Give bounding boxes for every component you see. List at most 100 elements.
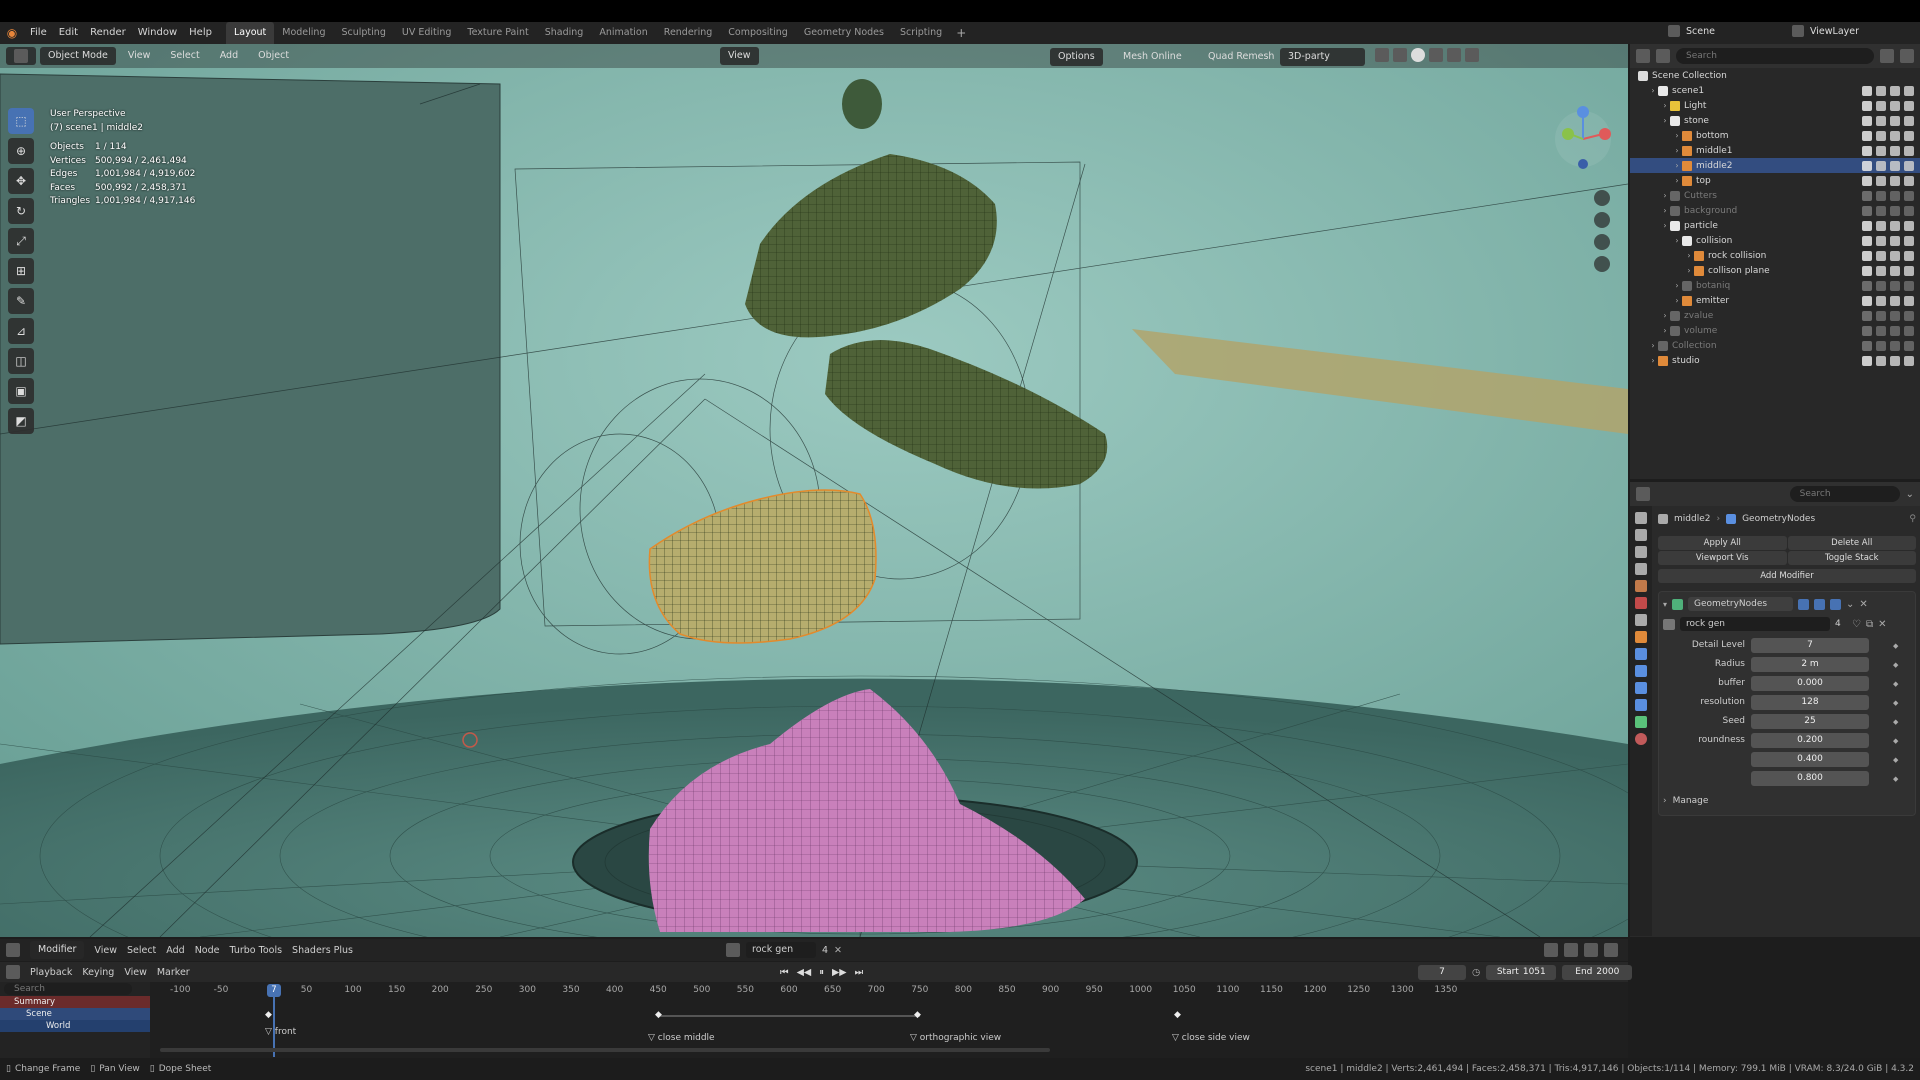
node-group-selector[interactable]: rock gen [746,942,816,958]
outliner-item[interactable]: › collision [1630,233,1920,248]
world-tab-icon[interactable] [1635,597,1647,609]
eye-icon[interactable] [1890,205,1900,216]
channel-world[interactable]: World [0,1020,150,1032]
checkbox-icon[interactable] [1862,280,1872,291]
expand-arrow-icon[interactable]: › [1660,221,1670,230]
viewport-toggle-icon[interactable] [1814,598,1826,610]
object-tab-icon[interactable] [1635,631,1647,643]
dropdown-icon[interactable]: ⌄ [1846,599,1854,610]
input-value-field[interactable]: 0.800 [1751,771,1869,786]
outliner-editor-icon[interactable] [1636,49,1650,63]
keyframe-dot-icon[interactable]: ◆ [1893,642,1898,650]
camera-icon[interactable] [1904,160,1914,171]
eye-icon[interactable] [1890,340,1900,351]
node-menu-node[interactable]: Node [195,945,220,956]
tab-animation[interactable]: Animation [591,22,655,44]
shading-rendered-icon[interactable] [1447,48,1461,62]
tab-geometry-nodes[interactable]: Geometry Nodes [796,22,892,44]
node-overlay-icon[interactable] [1564,943,1578,957]
scene-tab-icon[interactable] [1635,580,1647,592]
eye-icon[interactable] [1890,115,1900,126]
input-value-field[interactable]: 2 m [1751,657,1869,672]
select-arrow-icon[interactable] [1876,220,1886,231]
keyframe[interactable]: ◆ [1174,1010,1181,1020]
input-value-field[interactable]: 7 [1751,638,1869,653]
fake-user-icon[interactable]: ♡ [1852,619,1861,630]
checkbox-icon[interactable] [1862,340,1872,351]
gizmo-icon[interactable] [1465,48,1479,62]
node-editor-mode[interactable]: Modifier [30,941,85,959]
checkbox-icon[interactable] [1862,85,1872,96]
expand-arrow-icon[interactable]: › [1660,116,1670,125]
checkbox-icon[interactable] [1862,145,1872,156]
eye-icon[interactable] [1890,130,1900,141]
eye-icon[interactable] [1890,310,1900,321]
select-arrow-icon[interactable] [1876,85,1886,96]
expand-arrow-icon[interactable]: › [1660,191,1670,200]
camera-icon[interactable] [1904,85,1914,96]
expand-arrow-icon[interactable]: › [1684,266,1694,275]
mesh-tool-icon[interactable]: ▣ [8,378,34,404]
start-frame-field[interactable]: Start 1051 [1486,964,1557,980]
checkbox-icon[interactable] [1862,235,1872,246]
node-menu-turbo-tools[interactable]: Turbo Tools [229,945,282,956]
camera-icon[interactable] [1904,100,1914,111]
camera-icon[interactable] [1904,340,1914,351]
expand-arrow-icon[interactable]: › [1672,296,1682,305]
blender-logo-icon[interactable]: ◉ [0,26,24,40]
camera-icon[interactable] [1904,295,1914,306]
keyframe-dot-icon[interactable]: ◆ [1893,756,1898,764]
data-tab-icon[interactable] [1635,716,1647,728]
scale-tool-icon[interactable]: ⤢ [8,228,34,254]
modifier-name-field[interactable]: GeometryNodes [1688,597,1794,611]
checkbox-icon[interactable] [1862,160,1872,171]
select-arrow-icon[interactable] [1876,235,1886,246]
eye-icon[interactable] [1890,325,1900,336]
select-arrow-icon[interactable] [1876,295,1886,306]
timeline-editor-icon[interactable] [6,965,20,979]
eye-icon[interactable] [1890,190,1900,201]
expand-arrow-icon[interactable]: › [1660,101,1670,110]
camera-icon[interactable] [1904,175,1914,186]
annotate-tool-icon[interactable]: ✎ [8,288,34,314]
scene-selector[interactable]: Scene [1686,26,1756,37]
keyframe-dot-icon[interactable]: ◆ [1893,775,1898,783]
outliner-item[interactable]: › botaniq [1630,278,1920,293]
display-mode-icon[interactable] [1656,49,1670,63]
menu-file[interactable]: File [24,22,53,44]
select-tool-icon[interactable]: ⬚ [8,108,34,134]
menu-window[interactable]: Window [132,22,183,44]
node-menu-shaders-plus[interactable]: Shaders Plus [292,945,353,956]
expand-arrow-icon[interactable]: › [1663,796,1667,806]
checkbox-icon[interactable] [1862,265,1872,276]
checkbox-icon[interactable] [1862,355,1872,366]
expand-arrow-icon[interactable]: › [1672,161,1682,170]
filter-icon[interactable] [1880,49,1894,63]
new-collection-icon[interactable] [1900,49,1914,63]
marker-front[interactable]: ▽ front [265,1027,296,1037]
select-arrow-icon[interactable] [1876,265,1886,276]
output-tab-icon[interactable] [1635,546,1647,558]
expand-arrow-icon[interactable]: › [1660,206,1670,215]
delete-all-button[interactable]: Delete All [1787,536,1916,550]
checkbox-icon[interactable] [1862,295,1872,306]
input-value-field[interactable]: 0.400 [1751,752,1869,767]
outliner-item[interactable]: › scene1 [1630,83,1920,98]
modifier-tab-icon[interactable] [1635,648,1647,660]
camera-icon[interactable] [1904,145,1914,156]
menu-playback[interactable]: Playback [30,967,72,978]
eye-icon[interactable] [1890,250,1900,261]
menu-select[interactable]: Select [162,47,207,65]
collection-tab-icon[interactable] [1635,614,1647,626]
unlink-icon[interactable]: ✕ [1878,619,1886,630]
navigation-gizmo[interactable] [1548,104,1618,284]
input-value-field[interactable]: 0.000 [1751,676,1869,691]
overlay-icon[interactable] [1375,48,1389,62]
viewport-vis-button[interactable]: Viewport Vis [1658,551,1787,565]
select-arrow-icon[interactable] [1876,100,1886,111]
frame-ruler[interactable]: -100 -50 50 100 150 200 250 300 350 400 450 500 550 6… [150,985,1628,999]
outliner-item[interactable]: › middle1 [1630,143,1920,158]
properties-search-input[interactable]: Search [1789,486,1900,502]
menu-keying[interactable]: Keying [82,967,114,978]
node-filter-icon[interactable] [1584,943,1598,957]
